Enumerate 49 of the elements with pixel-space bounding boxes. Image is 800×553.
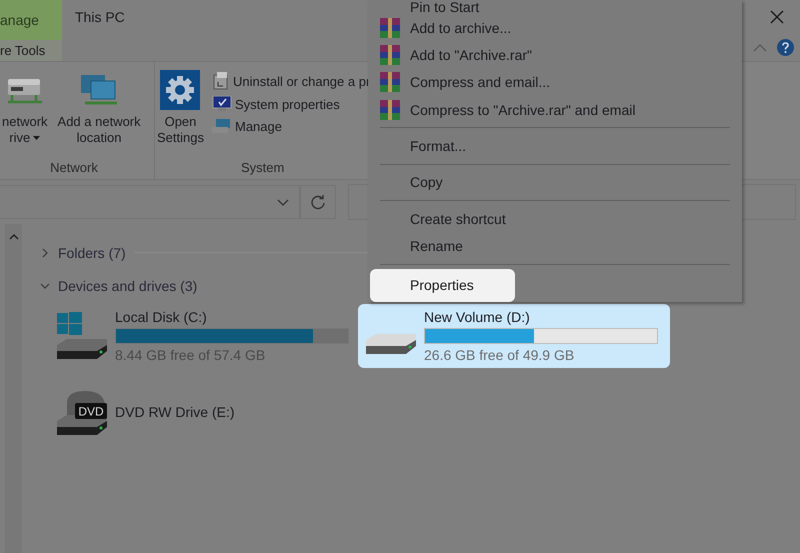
- help-icon[interactable]: [777, 39, 794, 56]
- archive-books-icon: [380, 100, 400, 120]
- ribbon-button[interactable]: network rive: [0, 70, 50, 160]
- section-header[interactable]: Folders (7): [58, 244, 126, 260]
- drive-name: New Volume (D:): [424, 309, 531, 325]
- drive-name: Local Disk (C:): [115, 309, 208, 325]
- uninstall-program-icon: [212, 72, 230, 90]
- ribbon-button[interactable]: Manage: [212, 118, 370, 134]
- ribbon-button[interactable]: Open Settings: [155, 70, 206, 160]
- chevron-right-icon[interactable]: [40, 248, 50, 258]
- ribbon-button[interactable]: System properties: [212, 96, 370, 112]
- drive-icon: [364, 333, 418, 355]
- ribbon-group-label: System: [240, 160, 286, 175]
- context-group-label: re Tools: [0, 40, 62, 61]
- drive-tile[interactable]: DVD DVD RW Drive (E:): [53, 380, 358, 444]
- menu-item[interactable]: Compress to "Archive.rar" and email: [370, 96, 730, 124]
- menu-item[interactable]: Properties: [370, 268, 515, 302]
- scrollbar[interactable]: [5, 224, 22, 553]
- settings-icon: [160, 70, 200, 110]
- menu-item[interactable]: Copy: [370, 168, 730, 196]
- chevron-down-icon: [277, 198, 289, 206]
- windows-drive-icon: [55, 312, 109, 360]
- menu-item[interactable]: Create shortcut: [370, 205, 730, 232]
- ribbon-button[interactable]: Add a network location: [56, 70, 143, 160]
- chevron-down-icon[interactable]: [40, 280, 50, 290]
- menu-item[interactable]: Pin to Start: [370, 0, 730, 14]
- archive-books-icon: [380, 18, 400, 38]
- menu-item[interactable]: Add to "Archive.rar": [370, 41, 730, 69]
- dropdown-caret-icon: [33, 136, 40, 140]
- menu-item[interactable]: Format...: [370, 132, 730, 160]
- monitor-check-icon: [212, 96, 232, 112]
- menu-item[interactable]: Rename: [370, 232, 730, 260]
- close-icon[interactable]: [770, 10, 784, 24]
- menu-item[interactable]: Compress and email...: [370, 68, 730, 96]
- menu-item[interactable]: Add to archive...: [370, 14, 730, 42]
- free-space-text: 26.6 GB free of 49.9 GB: [424, 347, 576, 363]
- ribbon-tab[interactable]: anage: [0, 0, 62, 40]
- archive-books-icon: [380, 45, 400, 66]
- window-title: This PC: [75, 9, 125, 25]
- refresh-button[interactable]: [300, 185, 336, 219]
- section-header[interactable]: Devices and drives (3): [58, 278, 198, 294]
- refresh-icon: [310, 194, 326, 210]
- ribbon-group-label: Network: [49, 160, 99, 175]
- caret-up-icon[interactable]: [8, 234, 18, 240]
- archive-books-icon: [380, 72, 400, 92]
- computer-management-icon: [212, 118, 232, 134]
- selected-drive-tile[interactable]: New Volume (D:) 26.6 GB free of 49.9 GB: [358, 304, 670, 368]
- drive-name: DVD RW Drive (E:): [115, 404, 235, 420]
- caret-up-icon[interactable]: [753, 43, 767, 52]
